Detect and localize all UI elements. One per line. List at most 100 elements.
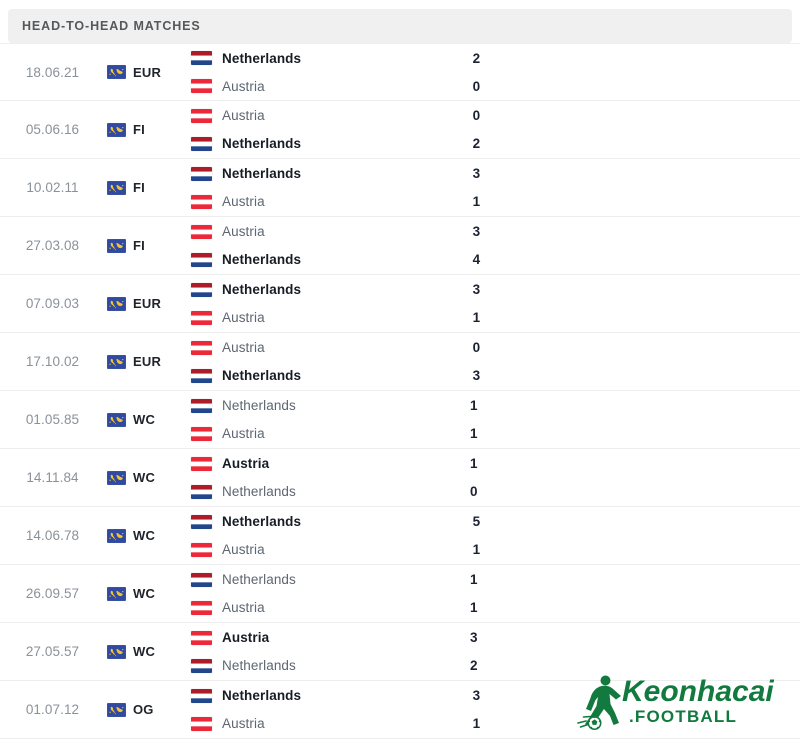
match-row[interactable]: 14.11.84 WC Austria Netherlands 1 0: [0, 449, 800, 507]
globe-icon: [107, 586, 126, 601]
match-date: 14.06.78: [25, 528, 80, 543]
team-line: Netherlands: [191, 398, 448, 414]
team-line: Netherlands: [191, 484, 448, 500]
row-spacer: [651, 44, 800, 100]
row-spacer: [651, 275, 800, 332]
competition-cell[interactable]: EUR: [105, 333, 185, 390]
team-line: Netherlands: [191, 50, 451, 66]
competition-cell[interactable]: WC: [105, 449, 185, 506]
team-name: Austria: [222, 716, 265, 731]
head-to-head-panel: HEAD-TO-HEAD MATCHES 18.06.21 EUR Nether…: [0, 0, 800, 744]
match-row[interactable]: 27.03.08 FI Austria Netherlands 3 4: [0, 217, 800, 275]
team-name: Austria: [222, 340, 265, 355]
match-row[interactable]: 18.06.21 EUR Netherlands Austria 2 0: [0, 43, 800, 101]
competition-code: FI: [133, 122, 145, 137]
match-date: 27.03.08: [25, 238, 80, 253]
teams-cell: Netherlands Austria: [185, 159, 451, 216]
globe-icon: [107, 180, 126, 195]
team-line: Austria: [191, 78, 451, 94]
teams-cell: Austria Netherlands: [185, 333, 451, 390]
competition-code: FI: [133, 238, 145, 253]
competition-cell[interactable]: FI: [105, 217, 185, 274]
teams-cell: Netherlands Austria: [185, 681, 451, 738]
competition-cell[interactable]: FI: [105, 159, 185, 216]
score-value: 4: [472, 252, 481, 267]
scores-cell: 11: [448, 565, 648, 622]
row-spacer: [651, 101, 800, 158]
match-row[interactable]: 05.06.16 FI Austria Netherlands 0 2: [0, 101, 800, 159]
match-date: 14.11.84: [26, 470, 79, 485]
score-value: 5: [472, 514, 481, 529]
competition-code: WC: [133, 412, 156, 427]
match-row[interactable]: 07.09.03 EUR Netherlands Austria 3 1: [0, 275, 800, 333]
teams-cell: Netherlands Austria: [185, 507, 451, 564]
team-name: Netherlands: [222, 166, 302, 181]
competition-cell[interactable]: WC: [105, 565, 185, 622]
team-name: Netherlands: [222, 658, 296, 673]
match-date: 27.05.57: [25, 644, 80, 659]
team-line: Netherlands: [191, 136, 451, 152]
row-spacer: [651, 159, 800, 216]
flag-austria-icon: [191, 716, 212, 731]
team-line: Netherlands: [191, 368, 451, 384]
row-spacer: [648, 449, 800, 506]
team-line: Austria: [191, 630, 448, 646]
globe-icon: [107, 412, 126, 427]
team-name: Austria: [222, 456, 270, 471]
match-date: 17.10.02: [25, 354, 80, 369]
competition-cell[interactable]: WC: [105, 391, 185, 448]
match-date: 10.02.11: [26, 180, 79, 195]
score-value: 1: [472, 716, 481, 731]
competition-code: WC: [133, 470, 156, 485]
flag-netherlands-icon: [191, 136, 212, 151]
globe-icon: [107, 470, 126, 485]
team-name: Netherlands: [222, 514, 302, 529]
competition-cell[interactable]: EUR: [105, 275, 185, 332]
match-date: 01.07.12: [25, 702, 80, 717]
team-name: Austria: [222, 600, 265, 615]
team-line: Netherlands: [191, 514, 451, 530]
team-line: Austria: [191, 456, 448, 472]
flag-austria-icon: [191, 456, 212, 471]
competition-cell[interactable]: FI: [105, 101, 185, 158]
team-line: Austria: [191, 194, 451, 210]
score-value: 3: [472, 224, 481, 239]
match-row[interactable]: 27.05.57 WC Austria Netherlands 3 2: [0, 623, 800, 681]
row-spacer: [648, 565, 800, 622]
globe-icon: [107, 65, 126, 79]
team-name: Netherlands: [222, 136, 302, 151]
team-name: Austria: [222, 194, 265, 209]
match-row[interactable]: 01.07.12 OG Netherlands Austria 3 1: [0, 681, 800, 739]
scores-cell: 31: [451, 275, 651, 332]
match-date: 07.09.03: [25, 296, 80, 311]
match-date: 26.09.57: [25, 586, 80, 601]
match-row[interactable]: 14.06.78 WC Netherlands Austria 5 1: [0, 507, 800, 565]
flag-austria-icon: [191, 108, 212, 123]
scores-cell: 34: [451, 217, 651, 274]
team-line: Austria: [191, 108, 451, 124]
team-line: Netherlands: [191, 166, 451, 182]
team-line: Austria: [191, 542, 451, 558]
row-spacer: [648, 391, 800, 448]
score-value: 2: [472, 136, 481, 151]
competition-cell[interactable]: OG: [105, 681, 185, 738]
match-row[interactable]: 17.10.02 EUR Austria Netherlands 0 3: [0, 333, 800, 391]
flag-austria-icon: [191, 630, 212, 645]
competition-code: WC: [133, 644, 156, 659]
competition-code: WC: [133, 586, 156, 601]
teams-cell: Netherlands Austria: [185, 275, 451, 332]
match-row[interactable]: 26.09.57 WC Netherlands Austria 1 1: [0, 565, 800, 623]
team-name: Netherlands: [222, 282, 302, 297]
competition-cell[interactable]: WC: [105, 507, 185, 564]
score-value: 1: [469, 456, 478, 471]
flag-netherlands-icon: [191, 398, 212, 413]
competition-cell[interactable]: EUR: [105, 44, 185, 100]
match-row[interactable]: 01.05.85 WC Netherlands Austria 1 1: [0, 391, 800, 449]
match-row[interactable]: 10.02.11 FI Netherlands Austria 3 1: [0, 159, 800, 217]
flag-netherlands-icon: [191, 572, 212, 587]
match-date: 01.05.85: [25, 412, 80, 427]
row-spacer: [648, 623, 800, 680]
competition-cell[interactable]: WC: [105, 623, 185, 680]
teams-cell: Netherlands Austria: [185, 391, 448, 448]
flag-austria-icon: [191, 426, 212, 441]
